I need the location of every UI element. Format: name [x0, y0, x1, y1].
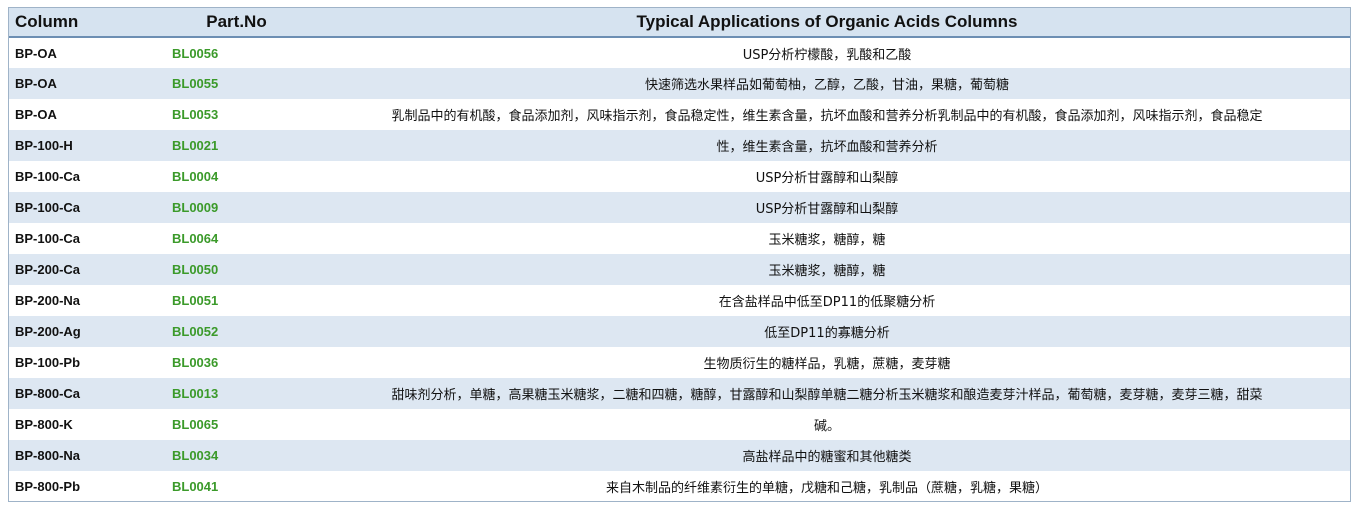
cell-application: 玉米糖浆，糖醇，糖 — [768, 233, 886, 248]
cell-column: BP-OA — [15, 45, 57, 61]
cell-column: BP-100-H — [15, 138, 73, 153]
table-row: BP-OA BL0055 快速筛选水果样品如葡萄柚，乙醇，乙酸，甘油，果糖，葡萄… — [9, 68, 1350, 99]
cell-column: BP-OA — [15, 76, 57, 91]
applications-table-container: Column Part.No Typical Applications of O… — [8, 7, 1351, 502]
cell-part-no: BL0050 — [172, 262, 219, 277]
cell-column: BP-800-K — [15, 417, 73, 432]
cell-application: 快速筛选水果样品如葡萄柚，乙醇，乙酸，甘油，果糖，葡萄糖 — [644, 78, 1009, 93]
table-row: BP-200-Ca BL0050 玉米糖浆，糖醇，糖 — [9, 254, 1350, 285]
cell-part-no: BL0051 — [172, 293, 219, 308]
table-row: BP-800-K BL0065 碱。 — [9, 409, 1350, 440]
cell-application: 来自木制品的纤维素衍生的单糖，戊糖和己糖，乳制品（蔗糖，乳糖，果糖） — [605, 481, 1048, 496]
cell-application: USP分析柠檬酸，乳酸和乙酸 — [742, 47, 912, 63]
table-row: BP-800-Ca BL0013 甜味剂分析，单糖，高果糖玉米糖浆，二糖和四糖，… — [9, 378, 1350, 409]
cell-column: BP-800-Na — [15, 448, 81, 463]
table-row: BP-200-Ag BL0052 低至DP11的寡糖分析 — [9, 316, 1350, 347]
cell-column: BP-800-Ca — [15, 386, 81, 401]
applications-table: Column Part.No Typical Applications of O… — [9, 8, 1350, 502]
cell-application: 在含盐样品中低至DP11的低聚糖分析 — [718, 295, 936, 310]
cell-column: BP-200-Ca — [15, 262, 81, 277]
table-row: BP-200-Na BL0051 在含盐样品中低至DP11的低聚糖分析 — [9, 285, 1350, 316]
cell-application: 玉米糖浆，糖醇，糖 — [768, 264, 886, 279]
cell-part-no: BL0009 — [172, 200, 219, 215]
table-row: BP-100-Ca BL0004 USP分析甘露醇和山梨醇 — [9, 161, 1350, 192]
cell-application: 甜味剂分析，单糖，高果糖玉米糖浆，二糖和四糖，糖醇，甘露醇和山梨醇单糖二糖分析玉… — [391, 388, 1263, 403]
table-row: BP-100-Pb BL0036 生物质衍生的糖样品，乳糖，蔗糖，麦芽糖 — [9, 347, 1350, 378]
table-row: BP-100-Ca BL0009 USP分析甘露醇和山梨醇 — [9, 192, 1350, 223]
cell-part-no: BL0034 — [172, 448, 219, 463]
table-row: BP-800-Pb BL0041 来自木制品的纤维素衍生的单糖，戊糖和己糖，乳制… — [9, 471, 1350, 502]
header-column: Column — [9, 8, 169, 38]
cell-application: 乳制品中的有机酸，食品添加剂，风味指示剂，食品稳定性，维生素含量，抗坏血酸和营养… — [391, 109, 1263, 124]
cell-part-no: BL0056 — [172, 45, 219, 61]
cell-part-no: BL0021 — [172, 138, 219, 153]
cell-column: BP-200-Na — [15, 293, 81, 308]
header-applications: Typical Applications of Organic Acids Co… — [304, 8, 1350, 38]
cell-application: USP分析甘露醇和山梨醇 — [755, 202, 899, 217]
cell-column: BP-OA — [15, 107, 57, 122]
cell-part-no: BL0004 — [172, 169, 219, 184]
cell-part-no: BL0055 — [172, 76, 219, 91]
cell-application: 碱。 — [813, 419, 840, 434]
header-part-no: Part.No — [169, 8, 304, 38]
cell-column: BP-100-Ca — [15, 200, 81, 215]
cell-column: BP-800-Pb — [15, 479, 81, 494]
cell-application: 生物质衍生的糖样品，乳糖，蔗糖，麦芽糖 — [703, 357, 951, 372]
cell-column: BP-100-Ca — [15, 169, 81, 184]
cell-part-no: BL0064 — [172, 231, 219, 246]
cell-part-no: BL0013 — [172, 386, 219, 401]
cell-part-no: BL0041 — [172, 479, 219, 494]
cell-part-no: BL0036 — [172, 355, 219, 370]
table-header-row: Column Part.No Typical Applications of O… — [9, 8, 1350, 38]
cell-application: 低至DP11的寡糖分析 — [764, 326, 890, 341]
cell-part-no: BL0053 — [172, 107, 219, 122]
cell-application: 高盐样品中的糖蜜和其他糖类 — [742, 450, 912, 465]
table-row: BP-100-Ca BL0064 玉米糖浆，糖醇，糖 — [9, 223, 1350, 254]
cell-part-no: BL0052 — [172, 324, 219, 339]
cell-column: BP-100-Ca — [15, 231, 81, 246]
table-row: BP-800-Na BL0034 高盐样品中的糖蜜和其他糖类 — [9, 440, 1350, 471]
table-row: BP-OA BL0056 USP分析柠檬酸，乳酸和乙酸 — [9, 37, 1350, 68]
cell-application: USP分析甘露醇和山梨醇 — [755, 171, 899, 186]
table-row: BP-OA BL0053 乳制品中的有机酸，食品添加剂，风味指示剂，食品稳定性，… — [9, 99, 1350, 130]
table-row: BP-100-H BL0021 性，维生素含量，抗坏血酸和营养分析 — [9, 130, 1350, 161]
cell-application: 性，维生素含量，抗坏血酸和营养分析 — [716, 140, 938, 155]
cell-part-no: BL0065 — [172, 417, 219, 432]
cell-column: BP-100-Pb — [15, 355, 81, 370]
cell-column: BP-200-Ag — [15, 324, 81, 339]
